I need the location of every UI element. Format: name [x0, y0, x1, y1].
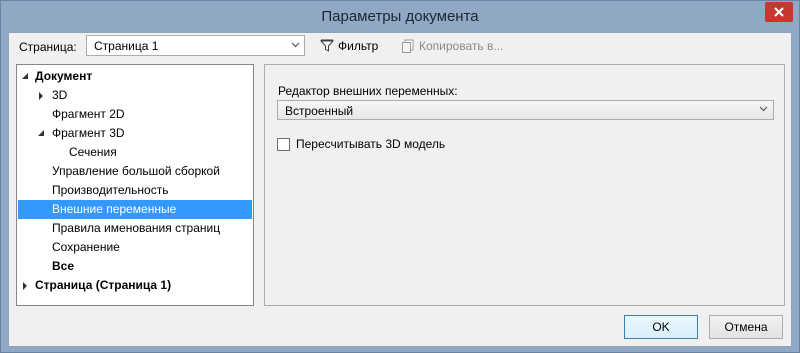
dialog-client: Страница: Страница 1 Фильтр Копировать в…: [8, 32, 792, 347]
tree-item-label: Сохранение: [52, 240, 120, 254]
tree-expanded-icon[interactable]: [37, 124, 47, 143]
recalc-3d-option[interactable]: Пересчитывать 3D модель: [277, 137, 445, 151]
tree-item-page-naming[interactable]: Правила именования страниц: [17, 219, 253, 238]
page-select[interactable]: Страница 1: [86, 35, 305, 56]
tree-item-label: Фрагмент 3D: [52, 126, 125, 140]
editor-select-value: Встроенный: [285, 104, 354, 118]
tree-item-label: 3D: [52, 88, 68, 102]
cancel-button[interactable]: Отмена: [709, 315, 783, 339]
tree-item-page[interactable]: Страница (Страница 1): [17, 276, 253, 295]
recalc-3d-label[interactable]: Пересчитывать 3D модель: [296, 137, 445, 151]
close-icon: [765, 2, 793, 22]
tree-item-performance[interactable]: Производительность: [17, 181, 253, 200]
filter-label: Фильтр: [338, 39, 379, 53]
recalc-3d-checkbox[interactable]: [277, 137, 290, 151]
filter-button[interactable]: Фильтр: [320, 37, 378, 55]
tree-item-external-variables[interactable]: Внешние переменные: [18, 200, 252, 219]
tree-collapsed-icon[interactable]: [21, 276, 31, 295]
settings-tree[interactable]: Документ 3D Фрагмент 2D Фрагмент 3D Сече…: [16, 64, 254, 306]
dialog-window: Параметры документа Страница: Страница 1: [0, 0, 800, 353]
copy-to-label: Копировать в...: [419, 39, 504, 53]
tree-collapsed-icon[interactable]: [37, 86, 47, 105]
tree-item-label: Правила именования страниц: [52, 221, 221, 235]
tree-item-document[interactable]: Документ: [17, 67, 253, 86]
tree-item-label: Документ: [35, 69, 93, 83]
tree-item-saving[interactable]: Сохранение: [17, 238, 253, 257]
tree-item-all[interactable]: Все: [17, 257, 253, 276]
toolbar: Страница: Страница 1 Фильтр Копировать в…: [9, 33, 791, 59]
tree-item-label: Все: [52, 259, 75, 273]
page-label: Страница:: [19, 40, 77, 54]
tree-item-label: Внешние переменные: [52, 202, 177, 216]
tree-item-large-assembly[interactable]: Управление большой сборкой: [17, 162, 253, 181]
page-select-value: Страница 1: [94, 39, 159, 53]
close-button[interactable]: [765, 2, 793, 22]
chevron-down-icon: [759, 106, 768, 112]
tree-item-label: Сечения: [69, 145, 117, 159]
tree-item-label: Управление большой сборкой: [52, 164, 220, 178]
filter-icon: [320, 39, 334, 52]
ok-button[interactable]: OK: [624, 315, 698, 339]
editor-select[interactable]: Встроенный: [277, 100, 774, 120]
copy-to-button[interactable]: Копировать в...: [401, 37, 503, 55]
window-title: Параметры документа: [321, 8, 479, 25]
tree-item-label: Страница (Страница 1): [35, 278, 172, 292]
tree-item-label: Фрагмент 2D: [52, 107, 125, 121]
tree-item-3d[interactable]: 3D: [17, 86, 253, 105]
tree-expanded-icon[interactable]: [21, 67, 31, 86]
tree-item-label: Производительность: [52, 183, 169, 197]
tree-item-fragment-3d[interactable]: Фрагмент 3D: [17, 124, 253, 143]
tree-item-fragment-2d[interactable]: Фрагмент 2D: [17, 105, 253, 124]
settings-panel: Редактор внешних переменных: Встроенный …: [264, 64, 785, 306]
tree-item-sections[interactable]: Сечения: [17, 143, 253, 162]
title-bar[interactable]: Параметры документа: [1, 1, 799, 32]
editor-label: Редактор внешних переменных:: [278, 84, 458, 98]
chevron-down-icon: [291, 42, 300, 48]
copy-icon: [402, 39, 414, 53]
